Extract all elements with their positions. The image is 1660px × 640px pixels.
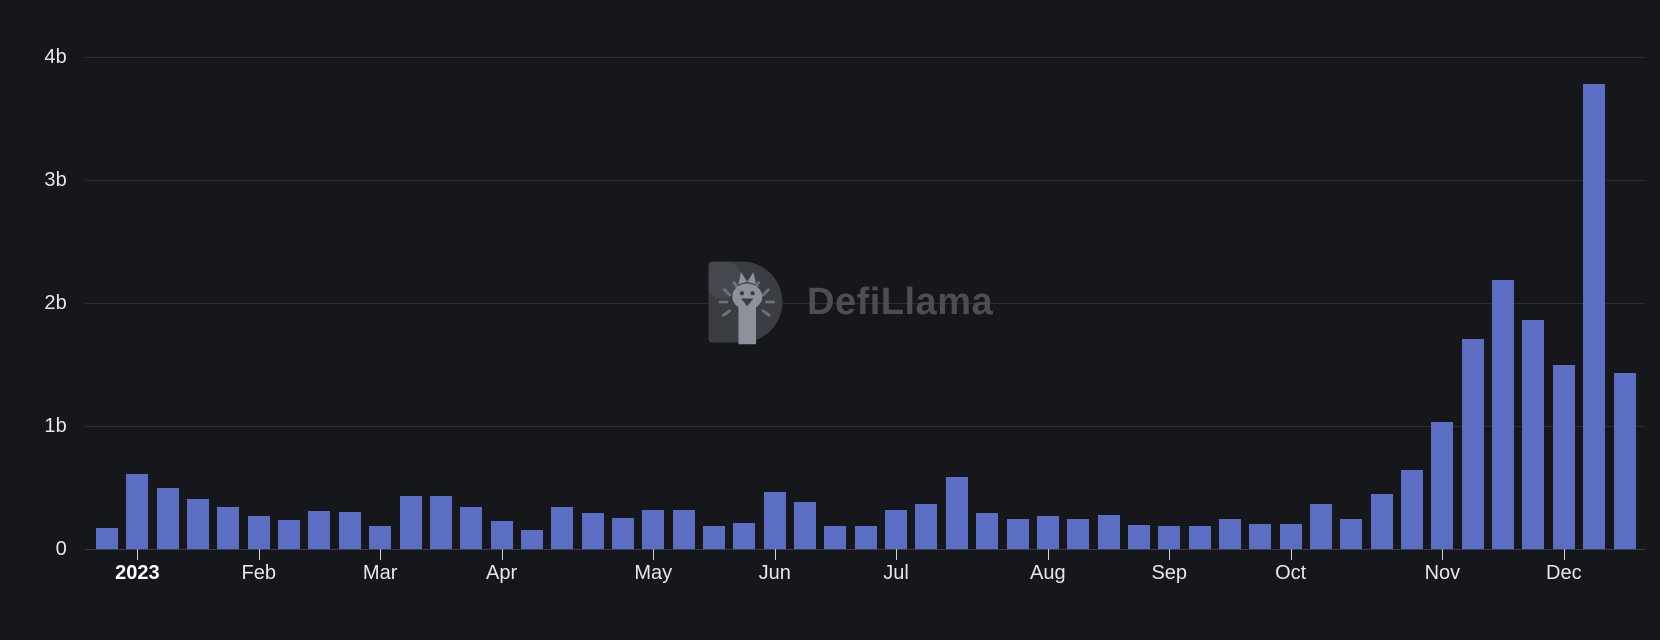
bar[interactable] (1127, 525, 1150, 549)
x-tick-label: Aug (1030, 562, 1066, 584)
y-axis: 0 1b 2b 3b 4b (0, 0, 85, 640)
bar[interactable] (247, 515, 270, 549)
bar[interactable] (1461, 339, 1484, 549)
bar[interactable] (1613, 373, 1636, 549)
bar[interactable] (1097, 515, 1120, 549)
x-axis: 2023 Feb Mar Apr May Jun Jul Aug Sep Oct Nov Dec (85, 549, 1645, 640)
bar[interactable] (490, 521, 513, 549)
x-tick-mark (1169, 549, 1171, 560)
x-tick-label: Oct (1275, 562, 1307, 584)
y-tick-label: 2b (44, 292, 67, 314)
bar[interactable] (733, 523, 756, 549)
bar[interactable] (611, 517, 634, 549)
y-tick-label: 1b (44, 415, 67, 437)
bar[interactable] (1431, 422, 1454, 549)
y-tick-label: 4b (44, 46, 67, 68)
bar[interactable] (429, 495, 452, 549)
bar[interactable] (1370, 493, 1393, 549)
bar[interactable] (642, 509, 665, 549)
gridline (85, 303, 1645, 304)
bar[interactable] (1188, 526, 1211, 549)
bar[interactable] (763, 491, 786, 549)
bar[interactable] (703, 526, 725, 549)
bar[interactable] (672, 510, 695, 549)
bar[interactable] (1158, 525, 1181, 549)
gridline (85, 180, 1645, 181)
bar[interactable] (1340, 519, 1363, 549)
x-tick-label: Mar (362, 562, 398, 584)
x-tick-label: Dec (1546, 562, 1582, 584)
gridline (85, 57, 1645, 58)
bar[interactable] (945, 477, 968, 549)
bar[interactable] (885, 510, 908, 549)
bar[interactable] (308, 510, 331, 549)
x-tick-mark (501, 549, 503, 560)
x-tick-label: Sep (1151, 562, 1188, 584)
x-tick-mark (1442, 549, 1444, 560)
x-tick-label: Jul (883, 562, 909, 584)
bar[interactable] (1522, 319, 1545, 549)
x-tick-label: Nov (1424, 562, 1461, 584)
bar[interactable] (1583, 84, 1606, 549)
bar[interactable] (460, 506, 483, 549)
bar[interactable] (824, 525, 847, 549)
bar[interactable] (581, 513, 604, 549)
bar[interactable] (187, 498, 210, 549)
defillama-bar-chart: 0 1b 2b 3b 4b 2023 Feb Mar Apr May Jun Jul Aug Sep Oc… (0, 0, 1660, 640)
plot-area (85, 57, 1645, 550)
bar[interactable] (1006, 519, 1029, 549)
x-tick-mark (258, 549, 260, 560)
x-tick-mark (380, 549, 382, 560)
y-tick-label: 0 (55, 538, 67, 560)
x-tick-mark (1290, 549, 1292, 560)
bar[interactable] (369, 525, 392, 549)
bar[interactable] (126, 473, 149, 549)
x-tick-label: Jun (758, 562, 791, 584)
gridline (85, 426, 1645, 427)
bar[interactable] (1249, 524, 1272, 549)
bar[interactable] (1279, 524, 1302, 549)
bar[interactable] (1036, 516, 1059, 549)
bar[interactable] (1310, 503, 1332, 549)
bar[interactable] (1552, 365, 1575, 549)
bar[interactable] (399, 496, 422, 549)
bar[interactable] (217, 507, 240, 549)
bar[interactable] (338, 512, 361, 549)
bar[interactable] (278, 520, 301, 549)
bar[interactable] (915, 503, 938, 549)
x-tick-mark (1047, 549, 1049, 560)
bar[interactable] (156, 488, 179, 549)
x-tick-label: Apr (485, 562, 518, 584)
x-tick-mark (653, 549, 655, 560)
bar[interactable] (1492, 280, 1515, 549)
bar[interactable] (1067, 519, 1090, 549)
x-tick-label: May (634, 562, 673, 584)
bar[interactable] (1218, 519, 1241, 549)
x-tick-mark (774, 549, 776, 560)
x-tick-label: Feb (241, 562, 276, 584)
bar[interactable] (976, 512, 999, 549)
x-tick-mark (1563, 549, 1565, 560)
bar[interactable] (854, 525, 877, 549)
bar[interactable] (794, 502, 817, 549)
bar[interactable] (1401, 470, 1424, 549)
y-tick-label: 3b (44, 169, 67, 191)
x-tick-mark (137, 549, 139, 560)
bar[interactable] (96, 528, 118, 549)
x-tick-label: 2023 (115, 562, 160, 584)
bar[interactable] (551, 507, 574, 549)
bar[interactable] (520, 529, 543, 549)
x-tick-mark (896, 549, 898, 560)
